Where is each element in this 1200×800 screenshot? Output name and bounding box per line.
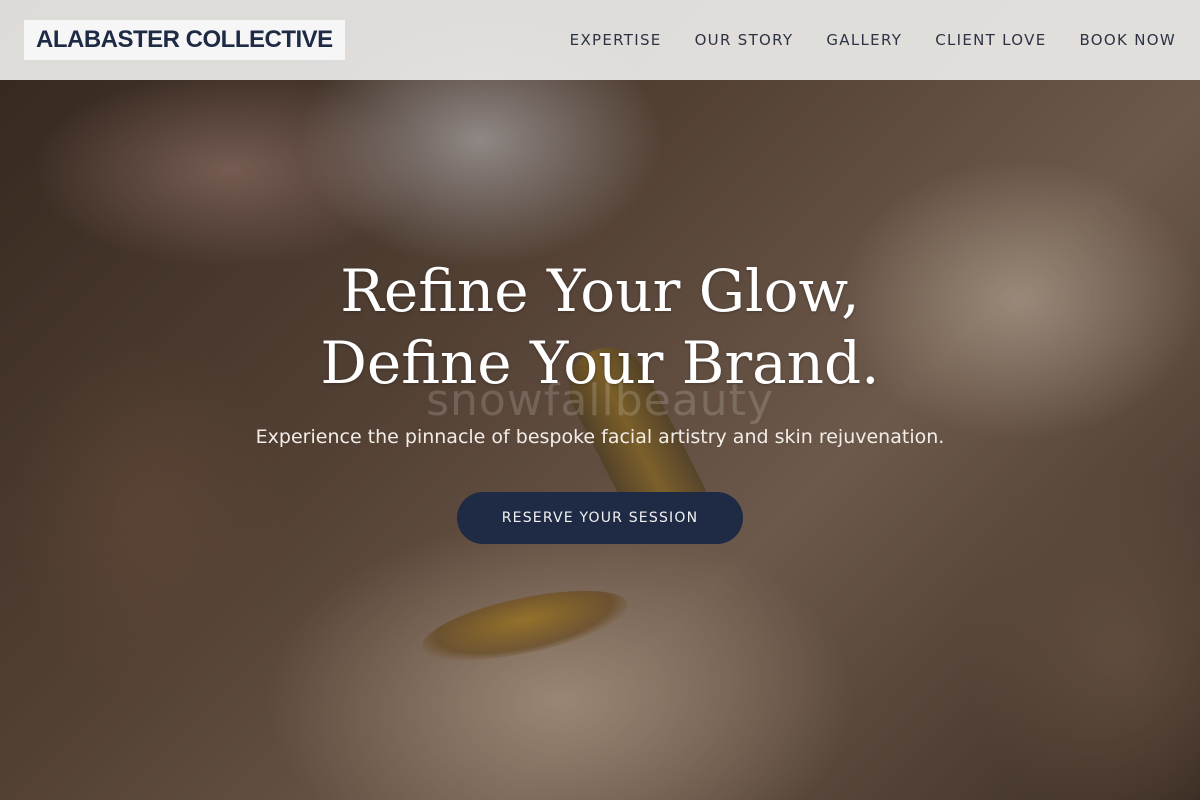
brand-logo[interactable]: ALABASTER COLLECTIVE — [24, 20, 345, 60]
landing-page: ALABASTER COLLECTIVE EXPERTISE OUR STORY… — [0, 0, 1200, 800]
hero-title-line-1: Refine Your Glow, — [340, 257, 860, 325]
hero-content: Refine Your Glow, Define Your Brand. — [0, 255, 1200, 399]
nav-link-our-story[interactable]: OUR STORY — [695, 31, 794, 49]
nav-link-gallery[interactable]: GALLERY — [826, 31, 902, 49]
hero-title-line-2: Define Your Brand. — [320, 329, 880, 397]
site-header: ALABASTER COLLECTIVE EXPERTISE OUR STORY… — [0, 0, 1200, 80]
nav-link-client-love[interactable]: CLIENT LOVE — [935, 31, 1046, 49]
hero-title: Refine Your Glow, Define Your Brand. — [0, 255, 1200, 399]
nav-link-expertise[interactable]: EXPERTISE — [570, 31, 662, 49]
nav-link-book-now[interactable]: BOOK NOW — [1079, 31, 1176, 49]
hero-subtitle: Experience the pinnacle of bespoke facia… — [255, 426, 945, 448]
reserve-session-button[interactable]: RESERVE YOUR SESSION — [457, 492, 743, 544]
main-nav: EXPERTISE OUR STORY GALLERY CLIENT LOVE … — [570, 31, 1176, 49]
